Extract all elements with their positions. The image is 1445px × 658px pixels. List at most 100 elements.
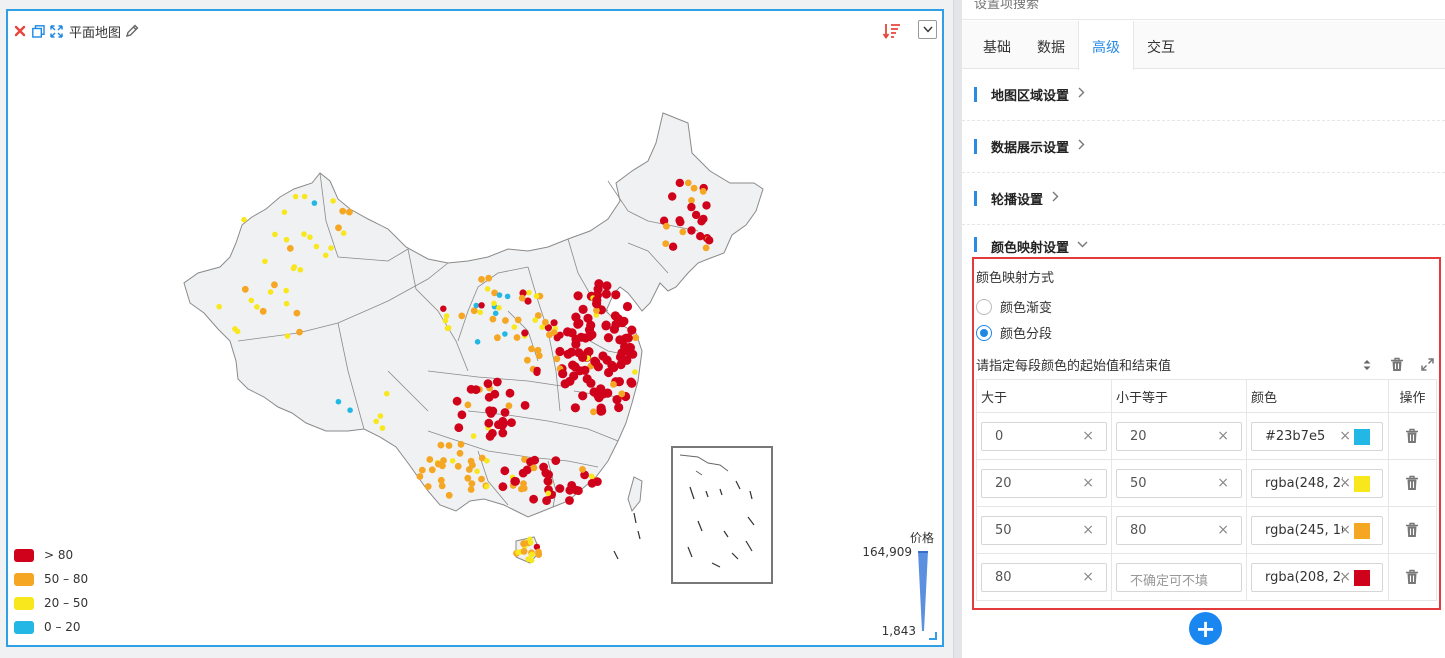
data-point[interactable] (550, 319, 558, 327)
data-point[interactable] (502, 331, 508, 337)
data-point[interactable] (478, 276, 485, 283)
data-point[interactable] (618, 390, 626, 398)
data-point[interactable] (292, 193, 299, 200)
data-point[interactable] (563, 327, 573, 337)
data-point[interactable] (477, 309, 484, 316)
data-point[interactable] (601, 289, 612, 299)
data-point[interactable] (484, 286, 491, 292)
data-point[interactable] (464, 474, 472, 482)
legend-item[interactable]: > 80 (14, 543, 88, 567)
expand-icon[interactable] (1418, 356, 1436, 374)
data-point[interactable] (492, 310, 499, 317)
data-point[interactable] (424, 483, 432, 490)
data-point[interactable] (668, 192, 677, 201)
data-point[interactable] (569, 371, 579, 381)
data-point[interactable] (484, 458, 490, 464)
data-point[interactable] (603, 333, 614, 343)
data-point[interactable] (679, 228, 687, 236)
data-point[interactable] (520, 401, 530, 410)
data-point[interactable] (515, 549, 521, 556)
data-point[interactable] (290, 265, 297, 272)
trash-icon[interactable] (1393, 569, 1432, 585)
data-point[interactable] (254, 304, 260, 310)
data-point[interactable] (272, 231, 278, 238)
data-point[interactable] (505, 388, 515, 398)
data-point[interactable] (377, 413, 384, 419)
data-point[interactable] (573, 291, 583, 301)
data-point[interactable] (597, 389, 607, 399)
data-point[interactable] (426, 456, 434, 463)
data-point[interactable] (500, 466, 510, 476)
data-point[interactable] (248, 297, 255, 304)
lte-input[interactable]: 20 × (1116, 421, 1242, 451)
data-point[interactable] (469, 461, 476, 469)
data-point[interactable] (525, 556, 531, 562)
data-point[interactable] (241, 285, 249, 293)
data-point[interactable] (485, 406, 494, 415)
data-point[interactable] (530, 464, 538, 472)
data-point[interactable] (283, 300, 290, 307)
data-point[interactable] (526, 289, 532, 296)
data-point[interactable] (520, 548, 528, 555)
color-input[interactable]: rgba(248, 231, 28, 1)× (1251, 468, 1383, 498)
data-point[interactable] (467, 486, 475, 493)
clear-icon[interactable]: × (1339, 428, 1351, 444)
data-point[interactable] (524, 356, 531, 364)
data-point[interactable] (470, 307, 478, 315)
data-point[interactable] (286, 245, 294, 252)
data-point[interactable] (440, 305, 447, 312)
china-map[interactable] (8, 11, 942, 645)
trash-icon[interactable] (1393, 522, 1432, 538)
data-point[interactable] (586, 378, 596, 388)
data-point[interactable] (438, 482, 446, 490)
data-point[interactable] (494, 334, 501, 342)
section-map-area[interactable]: 地图区域设置 (962, 69, 1445, 121)
data-point[interactable] (614, 402, 624, 413)
data-point[interactable] (340, 230, 347, 236)
data-point[interactable] (485, 274, 493, 282)
tab-basic[interactable]: 基础 (970, 21, 1024, 69)
data-point[interactable] (379, 425, 386, 431)
data-point[interactable] (445, 491, 453, 499)
data-point[interactable] (690, 184, 698, 192)
data-point[interactable] (565, 496, 574, 505)
data-point[interactable] (622, 355, 632, 365)
data-point[interactable] (313, 243, 320, 250)
data-point[interactable] (543, 476, 553, 486)
radio-gradient[interactable]: 颜色渐变 (976, 297, 1052, 316)
data-point[interactable] (496, 305, 502, 311)
data-point[interactable] (492, 377, 502, 387)
data-point[interactable] (611, 319, 621, 330)
data-point[interactable] (283, 287, 290, 294)
trash-icon[interactable] (1393, 428, 1432, 444)
radio-circle[interactable] (976, 298, 992, 315)
data-point[interactable] (518, 485, 525, 493)
data-point[interactable] (267, 289, 274, 295)
data-point[interactable] (514, 316, 522, 324)
data-point[interactable] (592, 295, 602, 305)
data-point[interactable] (542, 318, 549, 326)
clear-icon[interactable]: × (1217, 522, 1229, 538)
data-point[interactable] (684, 179, 692, 187)
data-point[interactable] (216, 303, 222, 310)
data-point[interactable] (702, 244, 710, 252)
data-point[interactable] (589, 387, 599, 397)
legend-item[interactable]: 0 – 20 (14, 615, 88, 639)
data-point[interactable] (498, 428, 508, 438)
data-point[interactable] (533, 293, 540, 299)
data-point[interactable] (610, 381, 617, 388)
data-point[interactable] (518, 468, 528, 478)
data-point[interactable] (488, 428, 497, 438)
data-point[interactable] (602, 281, 612, 291)
data-point[interactable] (555, 346, 565, 357)
data-point[interactable] (513, 334, 521, 341)
data-point[interactable] (259, 307, 267, 315)
data-point[interactable] (335, 224, 342, 232)
data-point[interactable] (545, 490, 552, 497)
data-point[interactable] (458, 312, 466, 320)
data-point[interactable] (470, 433, 477, 439)
data-point[interactable] (579, 466, 586, 473)
section-carousel[interactable]: 轮播设置 (962, 173, 1445, 225)
data-point[interactable] (301, 231, 307, 237)
data-point[interactable] (474, 339, 481, 345)
